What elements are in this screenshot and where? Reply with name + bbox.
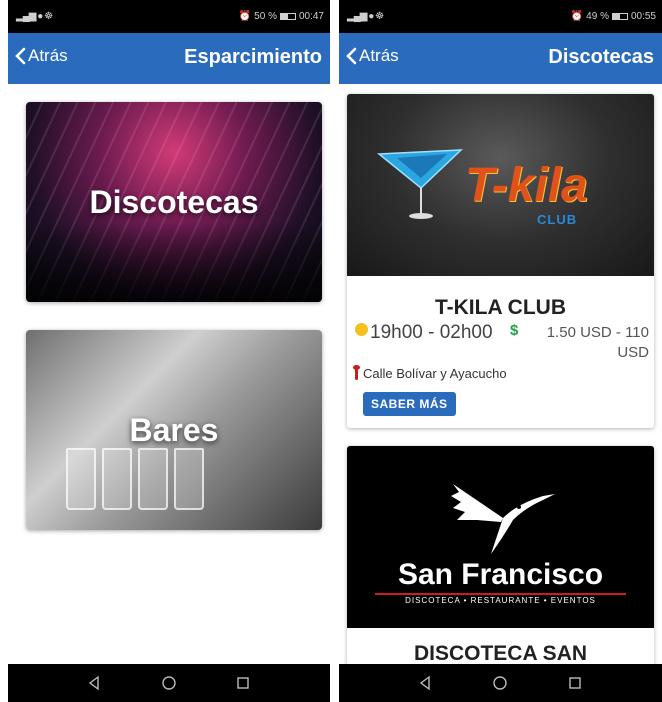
back-button[interactable]: Atrás — [345, 46, 399, 66]
app-bar: Atrás Discotecas — [339, 33, 662, 84]
nav-recents-button[interactable] — [563, 671, 587, 695]
status-bar: ▂▄▆ ● ☸ ⏰ 50 % 00:47 — [8, 0, 330, 33]
club-logo-text: San Francisco — [397, 558, 604, 591]
nav-recents-button[interactable] — [231, 671, 255, 695]
category-label: Discotecas — [89, 183, 259, 220]
back-label: Atrás — [28, 46, 68, 65]
club-logo-subtext: DISCOTECA • RESTAURANTE • EVENTOS — [405, 596, 596, 605]
club-name: DISCOTECA SAN — [413, 642, 588, 664]
nav-home-icon — [162, 676, 176, 690]
club-address: Calle Bolívar y Ayacucho — [363, 366, 507, 381]
back-button[interactable]: Atrás — [14, 46, 68, 66]
nav-recents-icon — [569, 677, 581, 689]
battery-icon — [279, 13, 296, 20]
location-pin-icon — [353, 365, 360, 380]
nav-home-button[interactable] — [157, 671, 181, 695]
club-hours: 19h00 - 02h00 — [370, 322, 493, 343]
category-card-discotecas[interactable]: Discotecas — [26, 102, 322, 302]
back-chevron-icon — [346, 47, 357, 65]
back-label: Atrás — [359, 46, 399, 65]
signal-wifi-icons: ▂▄▆ ● ☸ — [347, 11, 384, 22]
nav-back-button[interactable] — [414, 671, 438, 695]
status-time: 00:55 — [630, 11, 656, 22]
category-label: Bares — [129, 411, 219, 448]
page-title: Discotecas — [548, 46, 654, 68]
club-logo-text: T-kila — [465, 159, 588, 212]
alarm-icon: ⏰ — [570, 11, 584, 22]
club-logo-image: San Francisco DISCOTECA • RESTAURANTE • … — [347, 446, 654, 628]
cocktail-glass-icon — [377, 149, 463, 219]
crowd-image — [26, 222, 322, 302]
clock-icon — [355, 322, 368, 336]
club-name: T-KILA CLUB — [434, 296, 567, 319]
logo-divider — [375, 593, 626, 595]
club-logo-subtext: CLUB — [537, 212, 578, 227]
back-chevron-icon — [15, 47, 26, 65]
status-time: 00:47 — [298, 11, 324, 22]
nav-home-icon — [493, 676, 508, 690]
status-bar: ▂▄▆ ● ☸ ⏰ 49 % 00:55 — [339, 0, 662, 33]
battery-icon — [611, 13, 628, 20]
hummingbird-icon — [451, 484, 555, 554]
nav-back-button[interactable] — [83, 671, 107, 695]
battery-percent: 49 % — [586, 11, 609, 22]
category-list: Discotecas Bares — [8, 84, 330, 664]
club-logo-image: T-kila CLUB — [347, 94, 654, 276]
nav-back-icon — [88, 675, 99, 691]
nav-back-icon — [419, 675, 430, 691]
page-title: Esparcimiento — [184, 46, 322, 68]
club-card[interactable]: San Francisco DISCOTECA • RESTAURANTE • … — [347, 446, 654, 664]
system-nav-bar — [339, 664, 662, 702]
app-bar: Atrás Esparcimiento — [8, 33, 330, 84]
nav-recents-icon — [237, 677, 249, 689]
category-card-bares[interactable]: Bares — [26, 330, 322, 530]
screen-discotecas: ▂▄▆ ● ☸ ⏰ 49 % 00:55 Atrás Discotecas T-… — [339, 0, 662, 702]
battery-percent: 50 % — [254, 11, 277, 22]
saber-mas-button[interactable]: SABER MÁS — [363, 392, 456, 416]
club-price: 1.50 USD - 110 USD — [546, 324, 649, 361]
nav-home-button[interactable] — [488, 671, 512, 695]
dollar-icon: $ — [510, 322, 519, 339]
shot-glasses-image — [66, 448, 204, 510]
club-list: T-kila CLUB T-KILA CLUB 19h00 - 02h00 $ … — [339, 84, 662, 664]
screen-esparcimiento: ▂▄▆ ● ☸ ⏰ 50 % 00:47 Atrás Esparcimiento… — [8, 0, 330, 702]
system-nav-bar — [8, 664, 330, 702]
signal-wifi-icons: ▂▄▆ ● ☸ — [16, 11, 53, 22]
alarm-icon: ⏰ — [238, 11, 252, 22]
club-card[interactable]: T-kila CLUB T-KILA CLUB 19h00 - 02h00 $ … — [347, 94, 654, 428]
